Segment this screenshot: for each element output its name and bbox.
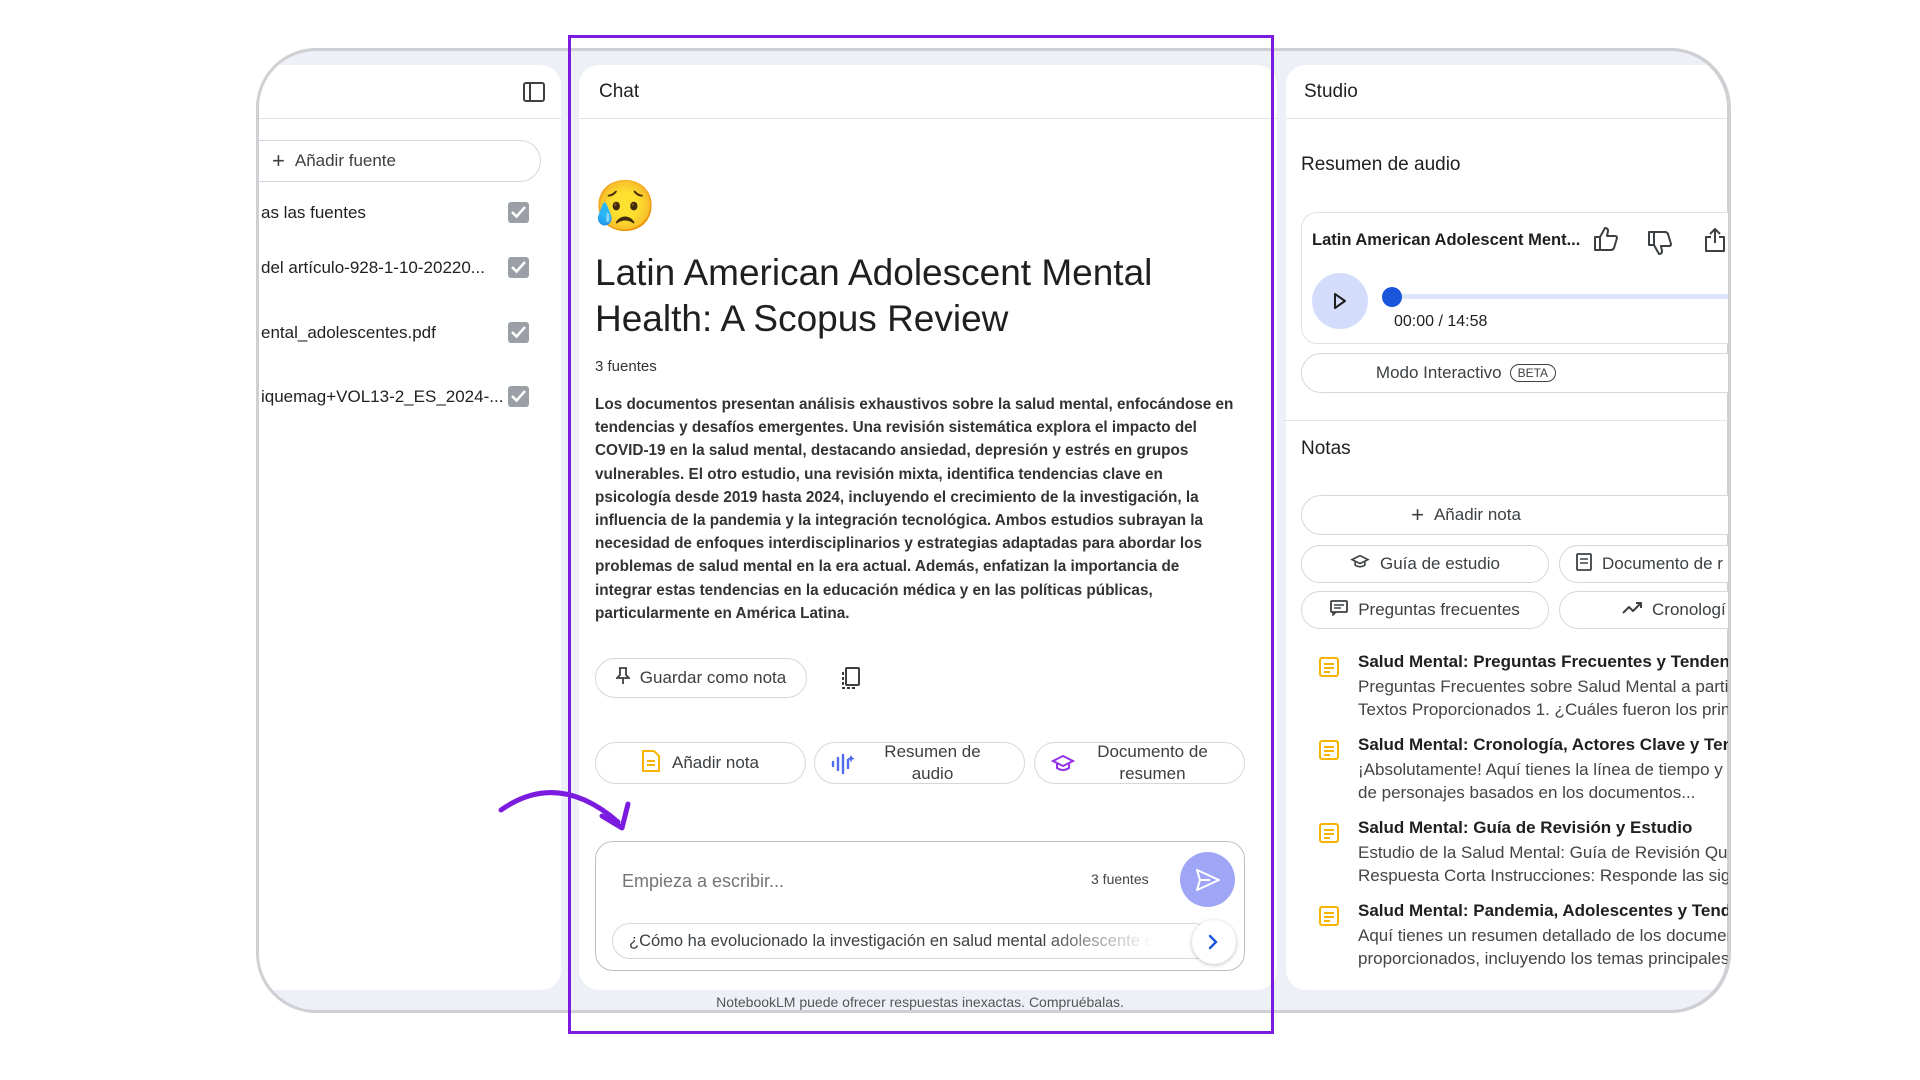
collapse-panel-icon[interactable]: [523, 82, 545, 102]
checkbox-checked-icon[interactable]: [508, 386, 529, 407]
note-item[interactable]: Salud Mental: Pandemia, Adolescentes y T…: [1284, 901, 1734, 971]
add-note-label: Añadir nota: [1433, 505, 1521, 524]
play-icon: [1333, 292, 1347, 315]
note-preview-line: de personajes basados en los documentos.…: [1358, 783, 1696, 802]
note-item[interactable]: Salud Mental: Cronología, Actores Clave …: [1284, 735, 1753, 813]
thumbs-up-icon[interactable]: [1593, 226, 1619, 257]
notes-section-title: Notas: [1301, 438, 1351, 459]
note-item[interactable]: Salud Mental: Preguntas Frecuentes y Ten…: [1284, 652, 1754, 730]
faq-label: Preguntas frecuentes: [1358, 600, 1520, 619]
audio-time: 00:00 / 14:58: [1394, 313, 1488, 330]
note-icon: [1318, 822, 1340, 849]
source-label: del artículo-928-1-10-20220...: [261, 258, 485, 277]
note-icon: [1318, 905, 1340, 932]
audio-section-title: Resumen de audio: [1301, 154, 1461, 175]
note-icon: [1318, 656, 1340, 683]
source-item[interactable]: del artículo-928-1-10-20220...: [259, 248, 559, 288]
source-item[interactable]: ental_adolescentes.pdf: [259, 313, 559, 353]
study-guide-label: Guía de estudio: [1379, 554, 1501, 573]
note-item[interactable]: Salud Mental: Guía de Revisión y Estudio…: [1284, 818, 1740, 896]
studio-header: Studio: [1286, 65, 1727, 119]
studio-title: Studio: [1304, 81, 1358, 102]
studio-divider: [1284, 420, 1734, 421]
document-icon: [1576, 552, 1592, 576]
note-title: Salud Mental: Guía de Revisión y Estudio: [1358, 818, 1693, 837]
audio-progress-handle[interactable]: [1382, 287, 1402, 307]
source-label: ental_adolescentes.pdf: [261, 323, 436, 342]
add-source-label: Añadir fuente: [294, 151, 396, 170]
source-label: as las fuentes: [261, 203, 366, 222]
frame-right-clip: [1731, 0, 1920, 1080]
interactive-mode-label: Modo Interactivo: [1375, 363, 1502, 382]
chat-highlight-box: [568, 35, 1274, 1034]
faq-chip[interactable]: Preguntas frecuentes: [1301, 591, 1549, 629]
beta-badge: BETA: [1509, 364, 1557, 382]
plus-icon: +: [1411, 502, 1424, 527]
study-guide-chip[interactable]: Guía de estudio: [1301, 545, 1549, 583]
sources-header: [259, 65, 561, 119]
frame-right-border: [1671, 48, 1731, 1013]
source-item[interactable]: iquemag+VOL13-2_ES_2024-...: [259, 377, 559, 417]
checkbox-checked-icon[interactable]: [508, 202, 529, 223]
checkbox-checked-icon[interactable]: [508, 257, 529, 278]
graduation-cap-icon: [1350, 554, 1370, 575]
checkbox-checked-icon[interactable]: [508, 322, 529, 343]
sources-panel: + Añadir fuente as las fuentes del artíc…: [259, 65, 561, 990]
source-label: iquemag+VOL13-2_ES_2024-...: [261, 387, 504, 406]
play-button[interactable]: [1312, 273, 1368, 329]
timeline-icon: [1622, 600, 1642, 620]
note-icon: [1318, 739, 1340, 766]
faq-icon: [1330, 599, 1349, 621]
audio-title: Latin American Adolescent Ment...: [1312, 231, 1581, 249]
plus-icon: +: [272, 148, 285, 173]
add-source-button[interactable]: + Añadir fuente: [259, 140, 541, 182]
thumbs-down-icon[interactable]: [1647, 230, 1673, 261]
select-all-sources-row[interactable]: as las fuentes: [259, 193, 559, 233]
